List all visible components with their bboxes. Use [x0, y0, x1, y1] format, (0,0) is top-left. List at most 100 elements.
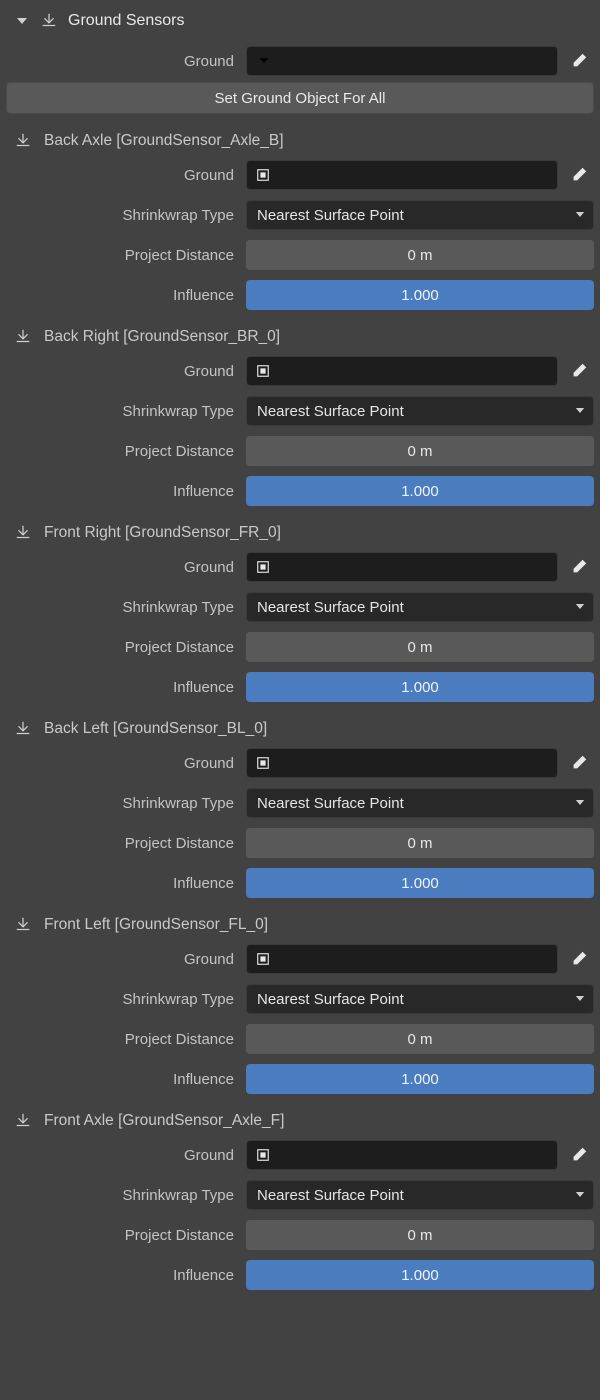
shrinkwrap-row: Shrinkwrap TypeNearest Surface Point: [6, 200, 594, 230]
project-distance-field[interactable]: 0 m: [246, 1220, 594, 1250]
shrinkwrap-row: Shrinkwrap TypeNearest Surface Point: [6, 984, 594, 1014]
ground-target-field[interactable]: [246, 748, 558, 778]
shrinkwrap-label: Shrinkwrap Type: [6, 991, 246, 1008]
chevron-down-icon: [14, 13, 30, 29]
shrinkwrap-dropdown[interactable]: Nearest Surface Point: [246, 592, 594, 622]
sensor-header[interactable]: Back Right [GroundSensor_BR_0]: [6, 324, 594, 356]
shrinkwrap-icon: [14, 524, 32, 542]
object-icon: [255, 559, 271, 575]
chevron-down-icon: [575, 991, 585, 1008]
shrinkwrap-panel-icon: [40, 12, 58, 30]
ground-target-field[interactable]: [246, 944, 558, 974]
sensor-header[interactable]: Front Right [GroundSensor_FR_0]: [6, 520, 594, 552]
influence-field[interactable]: 1.000: [246, 280, 594, 310]
sensor-header[interactable]: Back Left [GroundSensor_BL_0]: [6, 716, 594, 748]
influence-label: Influence: [6, 875, 246, 892]
shrinkwrap-value: Nearest Surface Point: [257, 403, 404, 420]
object-icon: [255, 363, 271, 379]
influence-value: 1.000: [401, 1267, 439, 1284]
chevron-down-icon: [575, 207, 585, 224]
project-distance-label: Project Distance: [6, 443, 246, 460]
project-distance-row: Project Distance 0 m: [6, 240, 594, 270]
ground-sensors-panel: Ground Sensors Ground Set Ground Object …: [0, 0, 600, 1290]
set-ground-all-label: Set Ground Object For All: [215, 90, 386, 107]
shrinkwrap-dropdown[interactable]: Nearest Surface Point: [246, 396, 594, 426]
sensor-block: Back Left [GroundSensor_BL_0] Ground Shrin…: [6, 716, 594, 898]
project-distance-field[interactable]: 0 m: [246, 828, 594, 858]
eyedropper-button[interactable]: [564, 356, 594, 386]
influence-label: Influence: [6, 679, 246, 696]
ground-row: Ground: [6, 944, 594, 974]
ground-label: Ground: [6, 755, 246, 772]
eyedropper-button[interactable]: [564, 552, 594, 582]
ground-label: Ground: [6, 951, 246, 968]
eyedropper-button[interactable]: [564, 46, 594, 76]
eyedropper-button[interactable]: [564, 748, 594, 778]
eyedropper-button[interactable]: [564, 944, 594, 974]
sensor-block: Front Right [GroundSensor_FR_0] Ground Shr…: [6, 520, 594, 702]
project-distance-value: 0 m: [407, 1031, 432, 1048]
influence-row: Influence1.000: [6, 868, 594, 898]
shrinkwrap-icon: [14, 328, 32, 346]
ground-label: Ground: [6, 167, 246, 184]
ground-target-field[interactable]: [246, 356, 558, 386]
ground-label: Ground: [6, 559, 246, 576]
shrinkwrap-dropdown[interactable]: Nearest Surface Point: [246, 1180, 594, 1210]
sensor-header[interactable]: Back Axle [GroundSensor_Axle_B]: [6, 128, 594, 160]
eyedropper-button[interactable]: [564, 1140, 594, 1170]
eyedropper-button[interactable]: [564, 160, 594, 190]
sensor-block: Back Axle [GroundSensor_Axle_B] Ground Shr…: [6, 128, 594, 310]
influence-field[interactable]: 1.000: [246, 868, 594, 898]
chevron-down-icon: [575, 599, 585, 616]
panel-ground-field[interactable]: [246, 46, 558, 76]
influence-label: Influence: [6, 1267, 246, 1284]
shrinkwrap-value: Nearest Surface Point: [257, 599, 404, 616]
shrinkwrap-label: Shrinkwrap Type: [6, 599, 246, 616]
project-distance-value: 0 m: [407, 835, 432, 852]
project-distance-field[interactable]: 0 m: [246, 240, 594, 270]
project-distance-field[interactable]: 0 m: [246, 1024, 594, 1054]
panel-title: Ground Sensors: [68, 12, 185, 30]
shrinkwrap-row: Shrinkwrap TypeNearest Surface Point: [6, 396, 594, 426]
shrinkwrap-label: Shrinkwrap Type: [6, 1187, 246, 1204]
shrinkwrap-icon: [14, 132, 32, 150]
project-distance-label: Project Distance: [6, 247, 246, 264]
influence-label: Influence: [6, 287, 246, 304]
project-distance-label: Project Distance: [6, 835, 246, 852]
project-distance-field[interactable]: 0 m: [246, 436, 594, 466]
influence-field[interactable]: 1.000: [246, 672, 594, 702]
sensor-title: Back Axle [GroundSensor_Axle_B]: [44, 132, 284, 150]
influence-field[interactable]: 1.000: [246, 476, 594, 506]
sensor-header[interactable]: Front Left [GroundSensor_FL_0]: [6, 912, 594, 944]
shrinkwrap-label: Shrinkwrap Type: [6, 207, 246, 224]
project-distance-value: 0 m: [407, 1227, 432, 1244]
project-distance-field[interactable]: 0 m: [246, 632, 594, 662]
shrinkwrap-dropdown[interactable]: Nearest Surface Point: [246, 200, 594, 230]
ground-row: Ground: [6, 160, 594, 190]
ground-target-field[interactable]: [246, 1140, 558, 1170]
shrinkwrap-dropdown[interactable]: Nearest Surface Point: [246, 788, 594, 818]
project-distance-row: Project Distance0 m: [6, 1024, 594, 1054]
shrinkwrap-row: Shrinkwrap TypeNearest Surface Point: [6, 788, 594, 818]
ground-target-field[interactable]: [246, 552, 558, 582]
set-ground-all-button[interactable]: Set Ground Object For All: [6, 82, 594, 114]
ground-label: Ground: [6, 1147, 246, 1164]
influence-field[interactable]: 1.000: [246, 1064, 594, 1094]
influence-value: 1.000: [401, 483, 439, 500]
shrinkwrap-dropdown[interactable]: Nearest Surface Point: [246, 984, 594, 1014]
project-distance-value: 0 m: [407, 247, 432, 264]
object-icon: [255, 951, 271, 967]
influence-field[interactable]: 1.000: [246, 1260, 594, 1290]
sensor-title: Front Left [GroundSensor_FL_0]: [44, 916, 268, 934]
object-icon: [255, 755, 271, 771]
sensor-title: Back Left [GroundSensor_BL_0]: [44, 720, 267, 738]
influence-row: Influence1.000: [6, 280, 594, 310]
ground-row: Ground: [6, 1140, 594, 1170]
sensor-title: Front Right [GroundSensor_FR_0]: [44, 524, 281, 542]
chevron-down-icon: [575, 1187, 585, 1204]
influence-row: Influence1.000: [6, 672, 594, 702]
panel-header[interactable]: Ground Sensors: [6, 6, 594, 40]
sensor-header[interactable]: Front Axle [GroundSensor_Axle_F]: [6, 1108, 594, 1140]
ground-target-field[interactable]: [246, 160, 558, 190]
shrinkwrap-value: Nearest Surface Point: [257, 1187, 404, 1204]
